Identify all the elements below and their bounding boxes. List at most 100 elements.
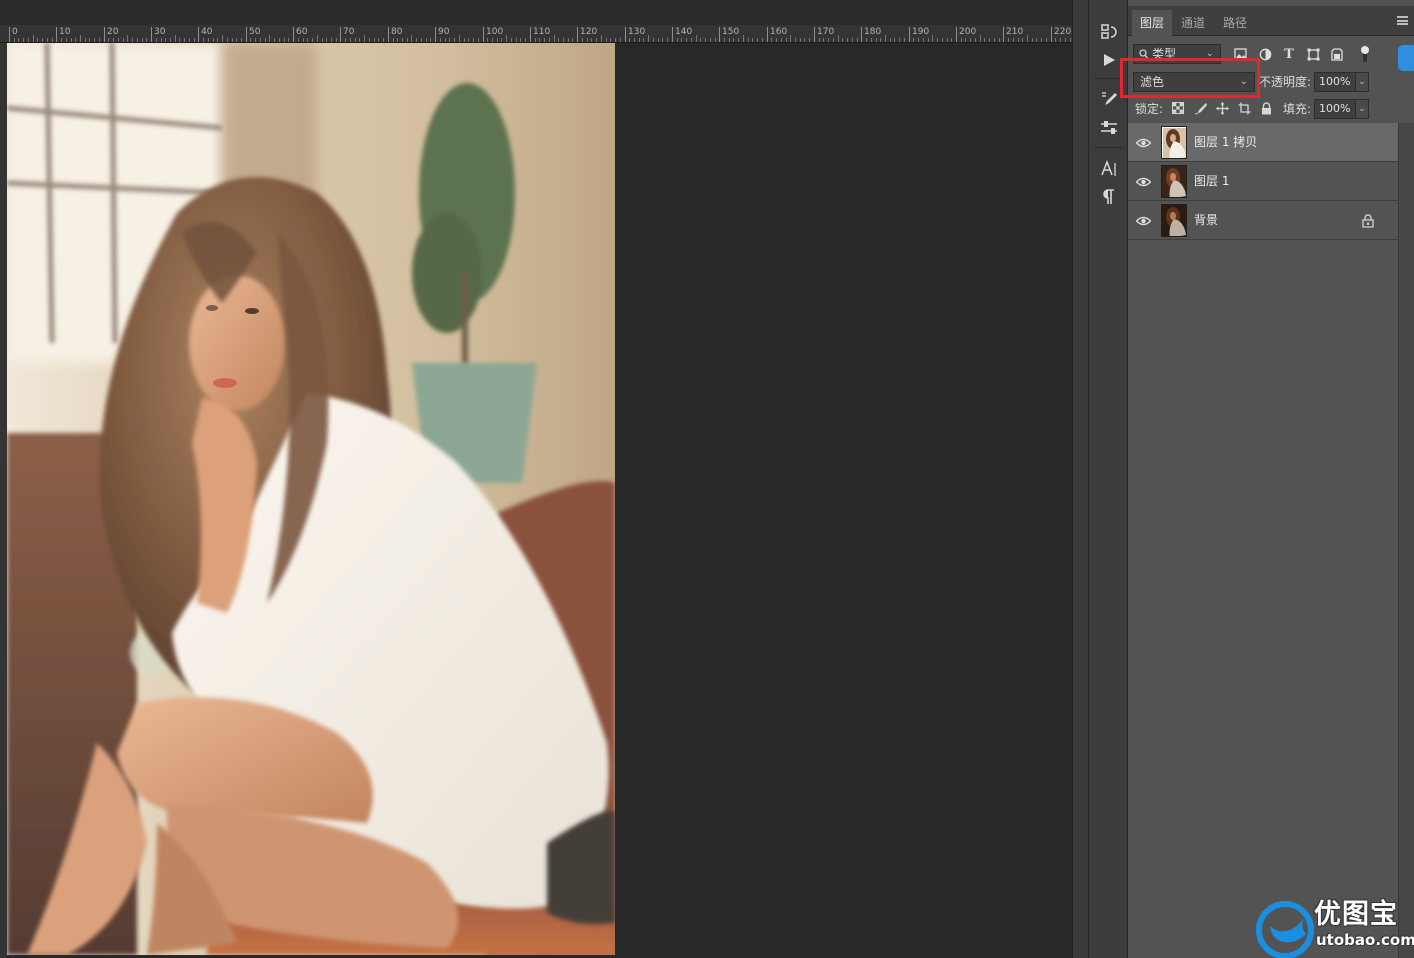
layer-row[interactable]: 图层 1 [1128, 162, 1398, 201]
ruler-tick-label: 80 [391, 27, 403, 37]
opacity-label: 不透明度: [1259, 75, 1312, 89]
pixel-filter-icon[interactable] [1231, 45, 1249, 63]
ruler-minor-tick [596, 38, 597, 42]
smartobject-filter-icon[interactable] [1328, 45, 1346, 63]
ruler-minor-tick [298, 38, 299, 42]
layer-name: 图层 1 [1194, 174, 1230, 188]
layer-filter-dropdown[interactable]: 类型 ⌄ [1133, 44, 1221, 64]
lock-all-icon[interactable] [1258, 100, 1274, 116]
ruler-minor-tick [776, 38, 777, 42]
ruler-minor-tick [464, 38, 465, 42]
ruler-minor-tick [497, 38, 498, 42]
vertical-ruler[interactable] [0, 43, 7, 958]
ruler-tick-label: 30 [154, 27, 166, 37]
ruler-minor-tick [984, 38, 985, 42]
ruler-minor-tick [326, 38, 327, 42]
ruler-minor-tick [819, 38, 820, 42]
ruler-tick-label: 90 [438, 27, 450, 37]
ruler-minor-tick [558, 38, 559, 42]
adjustments-icon[interactable] [1099, 118, 1119, 138]
ruler-minor-tick [606, 38, 607, 42]
horizontal-ruler[interactable]: 0 10 20 30 40 50 60 70 80 90 100 110 120 130 140 150 160… [0, 25, 1072, 43]
ruler-minor-tick [582, 38, 583, 42]
ruler-minor-tick [179, 38, 180, 42]
ruler-tick-label: 60 [296, 27, 308, 37]
fill-field[interactable]: 100% [1314, 99, 1356, 119]
lock-transparent-icon[interactable] [1170, 100, 1186, 116]
ruler-minor-tick [1036, 38, 1037, 42]
ruler-minor-tick [899, 38, 900, 42]
play-action-icon[interactable] [1099, 50, 1119, 70]
paragraph-icon[interactable] [1099, 187, 1119, 207]
ruler-minor-tick [369, 38, 370, 42]
ruler-major-tick [246, 27, 247, 42]
ruler-minor-tick [208, 38, 209, 42]
ruler-minor-tick [866, 38, 867, 42]
layer-row[interactable]: 背景 [1128, 201, 1398, 240]
ruler-tick-label: 220 [1054, 27, 1072, 37]
ruler-minor-tick [847, 38, 848, 42]
tab-layers[interactable]: 图层 [1132, 10, 1172, 36]
ruler-minor-tick [416, 38, 417, 42]
ruler-minor-tick [132, 38, 133, 42]
ruler-minor-tick [757, 38, 758, 42]
fill-slider-toggle[interactable]: ⌄ [1355, 99, 1369, 119]
panel-menu-icon[interactable] [1397, 16, 1408, 25]
ruler-minor-tick [85, 38, 86, 42]
ruler-minor-tick [322, 38, 323, 42]
ruler-minor-tick [653, 38, 654, 42]
ruler-minor-tick [677, 38, 678, 42]
visibility-eye-icon[interactable] [1135, 174, 1152, 189]
layer-row[interactable]: 图层 1 拷贝 [1128, 123, 1398, 162]
link-badge-icon[interactable] [1398, 45, 1414, 71]
blend-mode-dropdown[interactable]: 滤色 ⌄ [1133, 72, 1255, 92]
tab-paths[interactable]: 路径 [1214, 10, 1256, 36]
brush-preset-icon[interactable] [1099, 89, 1119, 109]
ruler-minor-tick [667, 38, 668, 42]
ruler-minor-tick [999, 38, 1000, 42]
ruler-minor-tick [80, 35, 81, 42]
lock-pixels-icon[interactable] [1192, 100, 1208, 116]
layer-lock-icon[interactable] [1362, 213, 1376, 228]
dock-separator [1095, 147, 1123, 148]
adjustment-filter-icon[interactable] [1256, 45, 1274, 63]
ruler-minor-tick [748, 38, 749, 42]
ruler-tick-label: 50 [249, 27, 261, 37]
shape-filter-icon[interactable] [1304, 45, 1322, 63]
ruler-tick-label: 120 [580, 27, 598, 37]
ruler-minor-tick [23, 38, 24, 42]
layers-scrollbar[interactable] [1398, 123, 1414, 958]
ruler-minor-tick [643, 38, 644, 42]
ruler-minor-tick [269, 35, 270, 42]
ruler-tick-label: 70 [343, 27, 355, 37]
ruler-minor-tick [52, 38, 53, 42]
ruler-minor-tick [393, 38, 394, 42]
visibility-eye-icon[interactable] [1135, 135, 1152, 150]
lock-artboard-icon[interactable] [1236, 100, 1252, 116]
ruler-minor-tick [975, 38, 976, 42]
character-icon[interactable] [1099, 159, 1119, 179]
ruler-minor-tick [383, 38, 384, 42]
ruler-minor-tick [729, 38, 730, 42]
ruler-minor-tick [378, 38, 379, 42]
search-icon [1139, 49, 1149, 60]
lock-position-icon[interactable] [1214, 100, 1230, 116]
ruler-minor-tick [781, 38, 782, 42]
type-filter-icon[interactable]: T [1280, 45, 1298, 63]
filter-type-label: 类型 [1152, 47, 1177, 61]
chevron-down-icon: ⌄ [1239, 76, 1248, 87]
ruler-minor-tick [804, 38, 805, 42]
history-icon[interactable] [1099, 22, 1119, 42]
filter-toggle-icon[interactable] [1356, 45, 1374, 63]
tab-channels[interactable]: 通道 [1172, 10, 1214, 36]
ruler-minor-tick [194, 38, 195, 42]
ruler-minor-tick [350, 38, 351, 42]
visibility-eye-icon[interactable] [1135, 213, 1152, 228]
opacity-field[interactable]: 100% [1314, 72, 1356, 92]
canvas-image[interactable] [7, 43, 615, 955]
ruler-major-tick [388, 27, 389, 42]
opacity-slider-toggle[interactable]: ⌄ [1355, 72, 1369, 92]
ruler-minor-tick [790, 35, 791, 42]
ruler-minor-tick [175, 35, 176, 42]
ruler-major-tick [909, 27, 910, 42]
